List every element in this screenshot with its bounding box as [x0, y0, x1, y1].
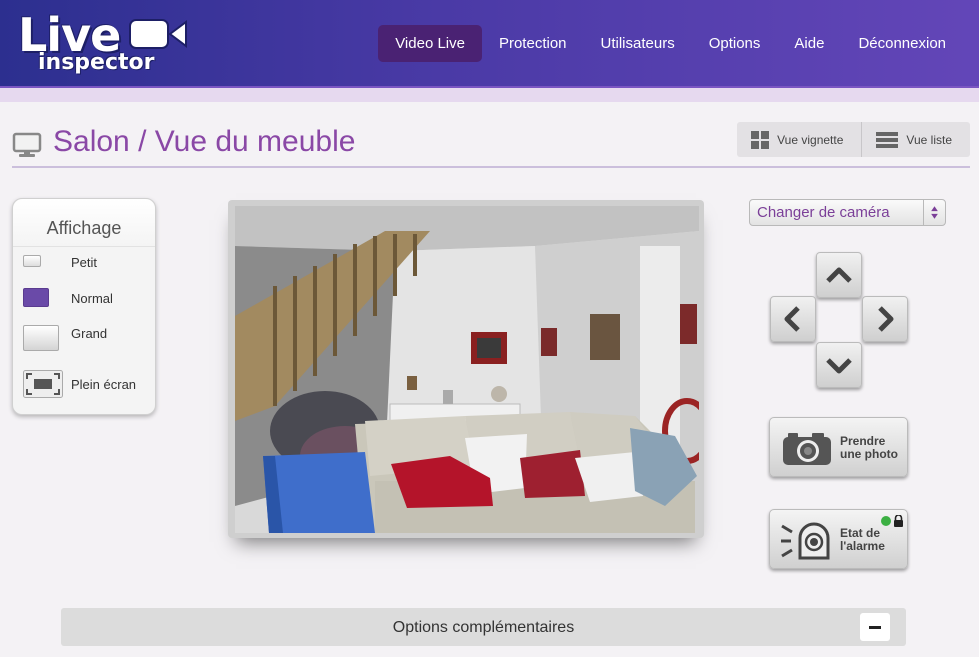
nav-video-live[interactable]: Video Live: [378, 25, 482, 62]
camera-image: [235, 206, 699, 533]
logo-inspector-text: inspector: [38, 50, 155, 75]
chevron-right-icon: [878, 306, 894, 332]
chevron-left-icon: [784, 306, 800, 332]
alarm-status-label: Etat de l'alarme: [840, 527, 908, 553]
nav-utilisateurs[interactable]: Utilisateurs: [584, 25, 692, 62]
nav-deconnexion[interactable]: Déconnexion: [841, 25, 963, 62]
size-normal-option[interactable]: Normal: [13, 285, 155, 311]
select-arrows-icon: [923, 200, 938, 225]
additional-options-label: Options complémentaires: [392, 619, 575, 636]
grid-icon: [751, 130, 770, 149]
additional-options-bar[interactable]: Options complémentaires: [61, 608, 906, 646]
video-frame: [228, 200, 704, 538]
view-thumbnail-label: Vue vignette: [777, 132, 844, 147]
camera-select-label: Changer de caméra: [757, 204, 890, 221]
view-thumbnail-button[interactable]: Vue vignette: [737, 122, 861, 157]
size-large-icon: [23, 325, 59, 351]
camera-select[interactable]: Changer de caméra: [749, 199, 946, 226]
take-photo-button[interactable]: Prendre une photo: [769, 417, 908, 477]
take-photo-label: Prendre une photo: [840, 435, 908, 461]
header: Live inspector Video Live Protection Uti…: [0, 0, 979, 86]
header-divider: [0, 86, 979, 102]
size-small-label: Petit: [71, 254, 98, 270]
take-photo-label-line2: une photo: [840, 447, 898, 461]
nav-options[interactable]: Options: [692, 25, 778, 62]
alarm-siren-icon: [781, 522, 830, 560]
display-panel-title: Affichage: [13, 199, 155, 247]
pan-left-button[interactable]: [770, 296, 816, 342]
size-small-icon: [23, 255, 41, 267]
view-switch: Vue vignette Vue liste: [737, 122, 970, 157]
alarm-status-button[interactable]: Etat de l'alarme: [769, 509, 908, 569]
size-small-option[interactable]: Petit: [13, 249, 155, 275]
main-nav: Video Live Protection Utilisateurs Optio…: [378, 25, 963, 62]
fullscreen-label: Plein écran: [71, 376, 137, 392]
monitor-icon: [12, 132, 42, 157]
display-size-panel: Affichage Petit Normal Grand Plein écran: [12, 198, 156, 415]
nav-protection[interactable]: Protection: [482, 25, 584, 62]
list-icon: [876, 131, 899, 148]
pan-right-button[interactable]: [862, 296, 908, 342]
fullscreen-option[interactable]: Plein écran: [13, 369, 155, 399]
view-list-button[interactable]: Vue liste: [861, 122, 970, 157]
pan-down-button[interactable]: [816, 342, 862, 388]
live-video-feed[interactable]: [235, 206, 699, 533]
pan-up-button[interactable]: [816, 252, 862, 298]
collapse-button[interactable]: [860, 613, 890, 641]
fullscreen-icon: [23, 370, 63, 398]
title-row: Salon / Vue du meuble Vue vignette Vue l…: [12, 120, 970, 168]
size-large-option[interactable]: Grand: [13, 322, 155, 352]
nav-aide[interactable]: Aide: [777, 25, 841, 62]
page-title: Salon / Vue du meuble: [53, 125, 356, 158]
chevron-up-icon: [826, 267, 852, 283]
alarm-status-indicator-icon: [881, 515, 903, 527]
size-normal-label: Normal: [71, 290, 113, 306]
view-list-label: Vue liste: [906, 132, 952, 147]
size-normal-icon: [23, 288, 49, 307]
live-inspector-logo[interactable]: Live inspector: [18, 8, 187, 80]
alarm-label-line2: l'alarme: [840, 539, 885, 553]
video-camera-icon: [129, 19, 187, 49]
size-large-label: Grand: [71, 326, 108, 341]
photo-camera-icon: [783, 433, 831, 465]
chevron-down-icon: [826, 358, 852, 374]
